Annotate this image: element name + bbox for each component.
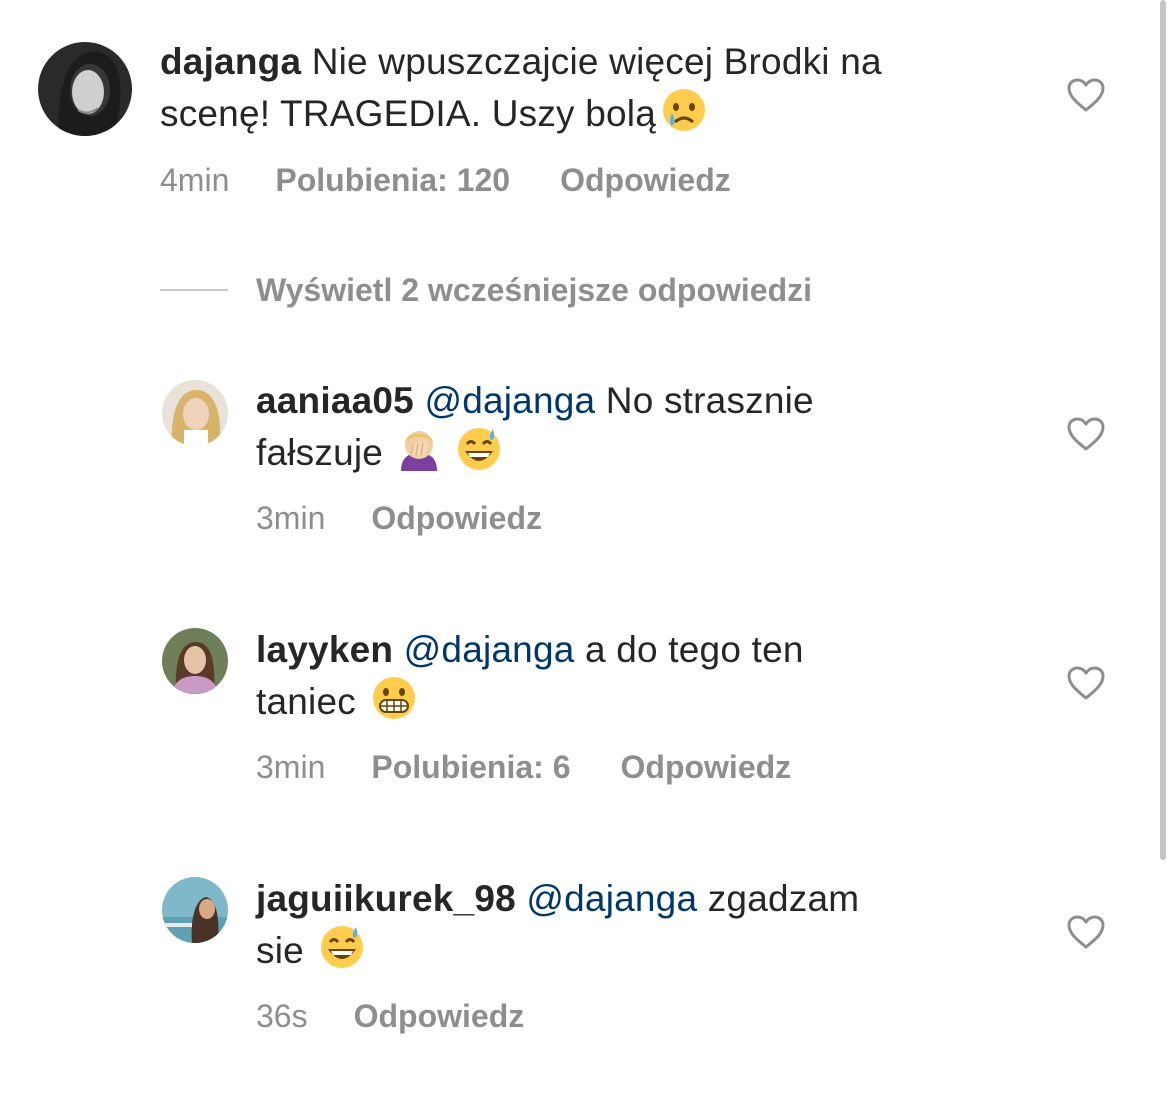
heart-icon[interactable] — [1066, 416, 1106, 452]
mention-link[interactable]: @dajanga — [424, 380, 595, 421]
mention-link[interactable]: @dajanga — [404, 629, 575, 670]
username[interactable]: layyken — [256, 629, 393, 670]
comment-text: jaguiikurek_98 @dajanga zgadzam sie — [256, 875, 1016, 975]
grinning-sweat-emoji-icon — [318, 923, 366, 971]
comment-text: aaniaa05 @dajanga No strasznie fałszuje — [256, 377, 1016, 477]
username[interactable]: jaguiikurek_98 — [256, 878, 516, 919]
comment-body-line2: sie — [256, 930, 304, 971]
username[interactable]: dajanga — [160, 41, 301, 82]
view-replies-label: Wyświetl 2 wcześniejsze odpowiedzi — [256, 271, 813, 308]
heart-icon[interactable] — [1066, 77, 1106, 113]
comment-body-line1: a do tego ten — [585, 629, 804, 670]
reply-button[interactable]: Odpowiedz — [621, 747, 792, 787]
view-earlier-replies-button[interactable]: Wyświetl 2 wcześniejsze odpowiedzi — [160, 268, 812, 312]
timestamp: 3min — [256, 749, 326, 785]
comment-body-line2: taniec — [256, 681, 356, 722]
comment-body-line2: scenę! TRAGEDIA. Uszy bolą — [160, 93, 656, 134]
timestamp: 3min — [256, 500, 326, 536]
comment-body-line1: zgadzam — [707, 878, 860, 919]
likes-count[interactable]: Polubienia: 120 — [275, 160, 510, 200]
avatar[interactable] — [162, 877, 228, 943]
comment-meta: 4min Polubienia: 120 Odpowiedz — [160, 160, 731, 200]
comment-meta: 3min Odpowiedz — [256, 498, 542, 538]
comment-meta: 36s Odpowiedz — [256, 996, 524, 1036]
mention-link[interactable]: @dajanga — [526, 878, 697, 919]
reply-button[interactable]: Odpowiedz — [354, 996, 525, 1036]
face-palm-emoji-icon — [395, 425, 443, 473]
avatar[interactable] — [38, 42, 132, 136]
avatar[interactable] — [162, 628, 228, 694]
heart-icon[interactable] — [1066, 665, 1106, 701]
grinning-sweat-emoji-icon — [455, 425, 503, 473]
comment-text: layyken @dajanga a do tego ten taniec — [256, 626, 1016, 726]
likes-count[interactable]: Polubienia: 6 — [371, 747, 570, 787]
comment-body-line2: fałszuje — [256, 432, 384, 473]
grimacing-face-emoji-icon — [370, 674, 418, 722]
comment-text: dajanga Nie wpuszczajcie więcej Brodki n… — [160, 38, 1040, 138]
timestamp: 36s — [256, 998, 308, 1034]
timestamp: 4min — [160, 162, 230, 198]
username[interactable]: aaniaa05 — [256, 380, 414, 421]
crying-face-emoji-icon — [660, 86, 708, 134]
avatar[interactable] — [162, 380, 228, 446]
heart-icon[interactable] — [1066, 914, 1106, 950]
reply-button[interactable]: Odpowiedz — [560, 160, 731, 200]
comment-body-line1: No strasznie — [605, 380, 814, 421]
scrollbar[interactable] — [1160, 0, 1166, 860]
comment-body-line1: Nie wpuszczajcie więcej Brodki na — [311, 41, 882, 82]
comment-meta: 3min Polubienia: 6 Odpowiedz — [256, 747, 791, 787]
divider-line — [160, 289, 228, 291]
reply-button[interactable]: Odpowiedz — [371, 498, 542, 538]
